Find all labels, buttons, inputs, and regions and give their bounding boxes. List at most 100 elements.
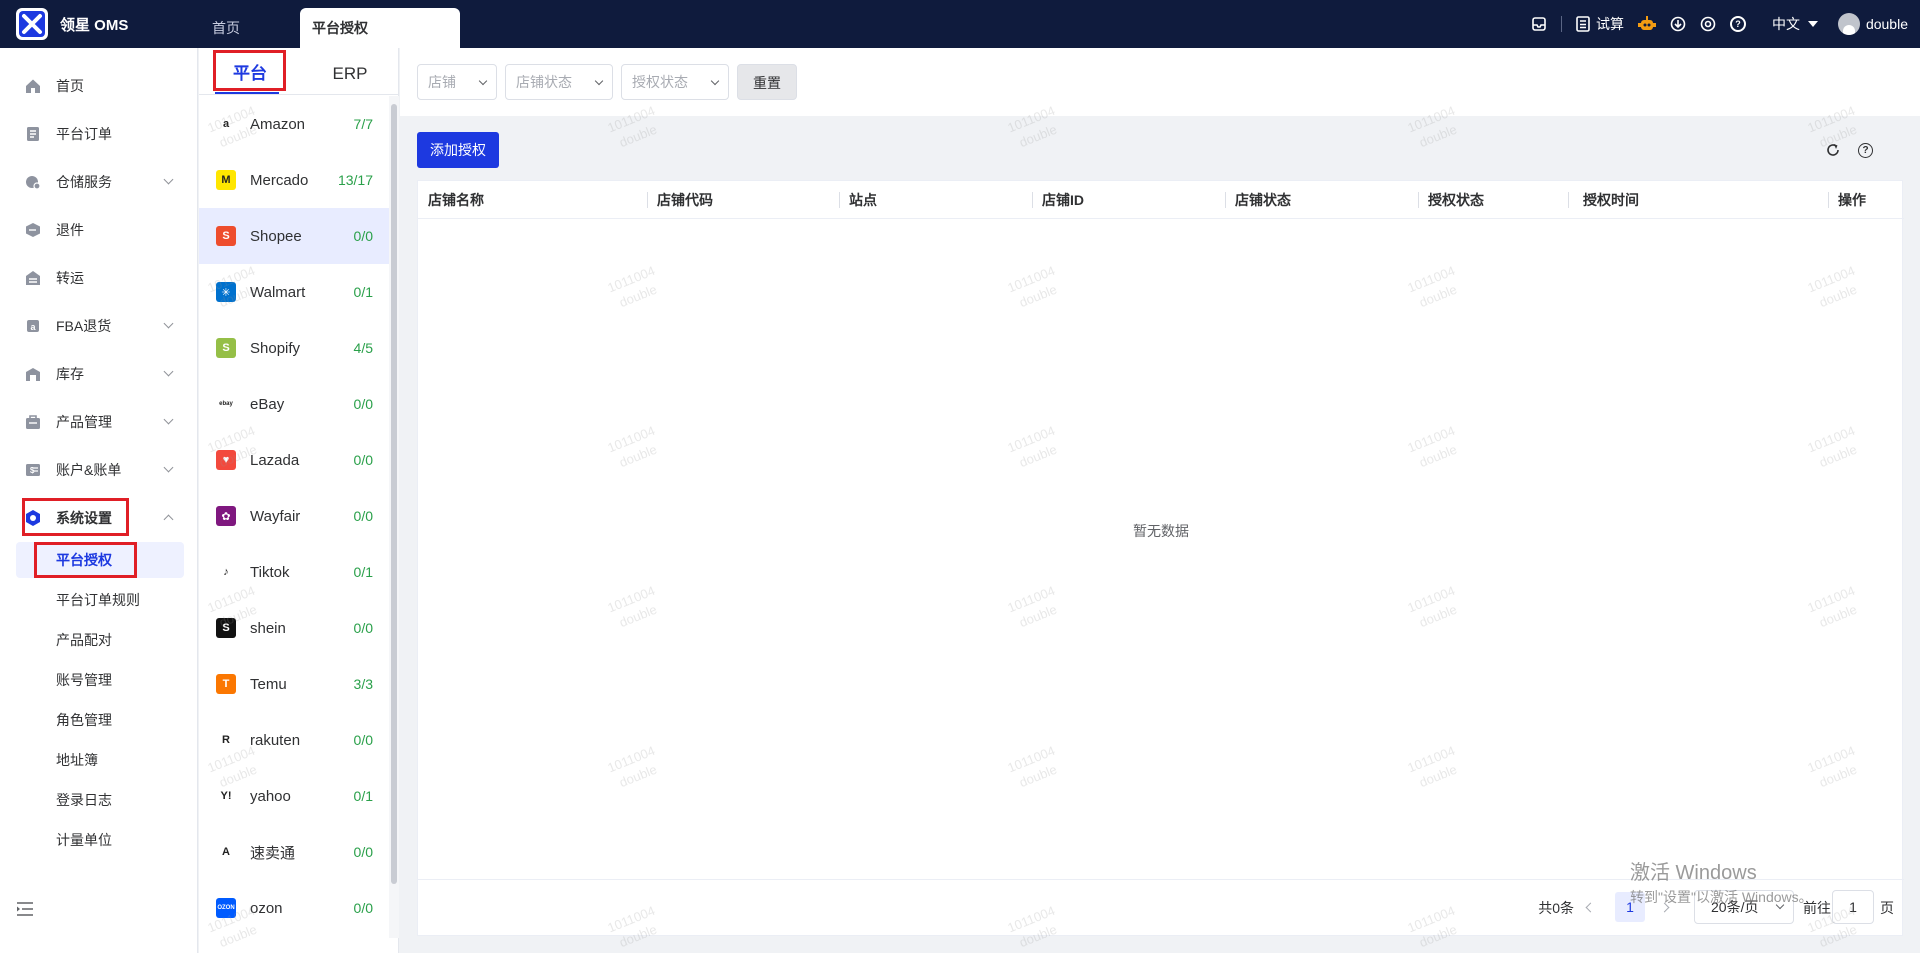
platform-logo-icon: T (216, 674, 236, 694)
platform-item[interactable]: Y! yahoo 0/1 (199, 768, 390, 824)
column-divider (1568, 192, 1569, 208)
logo-icon (19, 11, 45, 37)
platform-auth-count: 0/0 (353, 900, 373, 916)
platform-item[interactable]: M Mercado 13/17 (199, 152, 390, 208)
download-icon[interactable] (1670, 16, 1686, 32)
calc-button[interactable]: 试算 (1576, 14, 1624, 34)
platform-panel: 平台 ERP a Amazon 7/7 M Mercado 13/17 S Shopee 0/0… (199, 48, 399, 953)
help-icon[interactable]: ? (1858, 143, 1873, 158)
platform-item[interactable]: T Temu 3/3 (199, 656, 390, 712)
transfer-icon (24, 269, 42, 287)
chevron-left-icon[interactable] (1585, 902, 1596, 913)
platform-item[interactable]: ♥ Lazada 0/0 (199, 432, 390, 488)
app-logo[interactable] (16, 8, 48, 40)
sidebar-subitem-role-mgmt[interactable]: 角色管理 (0, 702, 198, 738)
inbox-icon[interactable] (1531, 16, 1547, 32)
sidebar-item-accounts[interactable]: $ 账户&账单 (0, 450, 198, 490)
sidebar-item-system-settings[interactable]: 系统设置 (0, 498, 198, 538)
chevron-up-icon (163, 514, 174, 525)
column-header: 店铺名称 (428, 192, 484, 208)
column-divider (1225, 192, 1226, 208)
chevron-right-icon[interactable] (1659, 902, 1670, 913)
main-content: 添加授权 ? 店铺名称 店铺代码 站点 店铺ID 店铺状态 授权状态 授权时间 … (414, 118, 1906, 942)
shop-select[interactable]: 店铺 (417, 64, 497, 100)
platform-item[interactable]: ♪ Tiktok 0/1 (199, 544, 390, 600)
platform-auth-count: 0/1 (353, 284, 373, 300)
refresh-icon[interactable] (1826, 143, 1840, 157)
settings-gear-icon[interactable] (1700, 16, 1716, 32)
sidebar-subitem-login-log[interactable]: 登录日志 (0, 782, 198, 818)
platform-item[interactable]: ✳ Walmart 0/1 (199, 264, 390, 320)
help-icon[interactable]: ? (1729, 16, 1746, 32)
sidebar-item-home[interactable]: 首页 (0, 66, 198, 106)
sidebar-item-label: 账户&账单 (56, 462, 122, 478)
page-size-select[interactable]: 20条/页 (1694, 890, 1794, 924)
sidebar-subitem-product-pairing[interactable]: 产品配对 (0, 622, 198, 658)
platform-name: ozon (250, 899, 283, 917)
sidebar-item-returns[interactable]: 退件 (0, 210, 198, 250)
sidebar-subitem-account-mgmt[interactable]: 账号管理 (0, 662, 198, 698)
sidebar-item-inventory[interactable]: 库存 (0, 354, 198, 394)
filter-bar: 店铺 店铺状态 授权状态 重置 (400, 48, 1920, 116)
sidebar-item-label: 首页 (56, 78, 84, 94)
page-number[interactable]: 1 (1615, 892, 1645, 922)
sidebar-subitem-order-rules[interactable]: 平台订单规则 (0, 582, 198, 618)
column-header: 站点 (849, 192, 877, 208)
platform-item[interactable]: OZON ozon 0/0 (199, 880, 390, 936)
platform-item[interactable]: Sshein 0/0 (199, 600, 390, 656)
auth-status-select[interactable]: 授权状态 (621, 64, 729, 100)
sidebar-subitem-units[interactable]: 计量单位 (0, 822, 198, 858)
platform-auth-count: 0/0 (353, 396, 373, 412)
empty-state-text: 暂无数据 (1133, 523, 1189, 539)
platform-logo-icon: M (216, 170, 236, 190)
calc-label: 试算 (1595, 16, 1624, 32)
order-icon (24, 125, 42, 143)
sidebar-item-warehouse[interactable]: 仓储服务 (0, 162, 198, 202)
platform-auth-count: 7/7 (353, 116, 373, 132)
tab-erp[interactable]: ERP (315, 58, 385, 90)
sidebar-subitem-platform-auth[interactable]: 平台授权 (16, 542, 184, 578)
tab-platform[interactable]: 平台 (215, 58, 285, 90)
top-tab-home[interactable]: 首页 (200, 8, 252, 48)
platform-auth-count: 0/0 (353, 508, 373, 524)
sidebar-subitem-address-book[interactable]: 地址簿 (0, 742, 198, 778)
platform-name: rakuten (250, 731, 301, 749)
platform-logo-icon: ♪ (216, 562, 236, 582)
sidebar-item-platform-orders[interactable]: 平台订单 (0, 114, 198, 154)
sidebar-item-label: 库存 (56, 366, 84, 382)
platform-name: Shopee (250, 227, 302, 245)
platform-auth-count: 0/0 (353, 844, 373, 860)
column-divider (1828, 192, 1829, 208)
platform-item[interactable]: ebay eBay 0/0 (199, 376, 390, 432)
platform-auth-count: 0/1 (353, 788, 373, 804)
reset-button[interactable]: 重置 (737, 64, 797, 100)
sidebar-item-fba-returns[interactable]: a FBA退货 (0, 306, 198, 346)
collapse-menu-icon[interactable] (16, 901, 34, 917)
sidebar-item-label: 系统设置 (56, 510, 112, 526)
language-selector[interactable]: 中文 (1772, 14, 1818, 34)
sidebar-item-transfer[interactable]: 转运 (0, 258, 198, 298)
sidebar-item-products[interactable]: 产品管理 (0, 402, 198, 442)
add-authorization-button[interactable]: 添加授权 (417, 132, 499, 168)
platform-item[interactable]: Rrakuten 0/0 (199, 712, 390, 768)
shop-status-select[interactable]: 店铺状态 (505, 64, 613, 100)
platform-logo-icon: S (216, 618, 236, 638)
calculator-icon (1576, 16, 1590, 32)
platform-name: Tiktok (250, 563, 290, 581)
platform-item[interactable]: a Amazon 7/7 (199, 96, 390, 152)
platform-item[interactable]: ✿ Wayfair 0/0 (199, 488, 390, 544)
platform-item[interactable]: A 速卖通 0/0 (199, 824, 390, 880)
platform-item[interactable]: S Shopee 0/0 (199, 208, 390, 264)
column-header: 操作 (1838, 192, 1866, 208)
column-divider (1032, 192, 1033, 208)
robot-icon[interactable] (1637, 16, 1656, 32)
top-tab-platform-auth[interactable]: 平台授权 (300, 8, 460, 48)
platform-name: Amazon (250, 115, 306, 133)
user-menu[interactable]: double (1837, 13, 1908, 35)
goto-page-input[interactable]: 1 (1832, 890, 1874, 924)
platform-name: shein (250, 619, 286, 637)
platform-list-scrollbar[interactable] (391, 104, 397, 884)
column-header: 店铺ID (1042, 192, 1084, 208)
platform-item[interactable]: S Shopify 4/5 (199, 320, 390, 376)
page-suffix: 页 (1880, 900, 1894, 916)
